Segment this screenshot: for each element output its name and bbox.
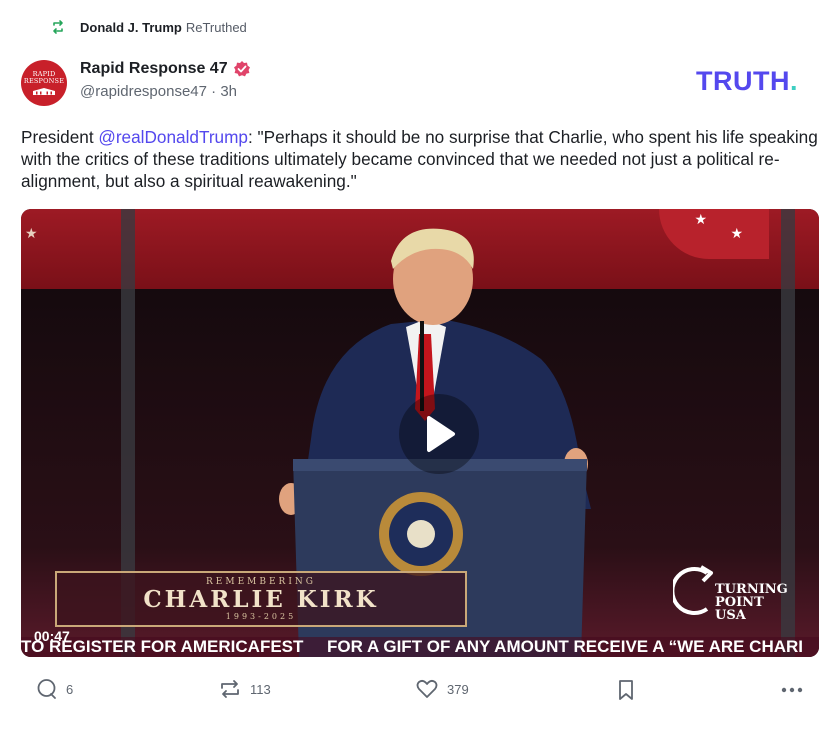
mention-link[interactable]: @realDonaldTrump (98, 127, 248, 147)
post-time[interactable]: · 3h (211, 83, 237, 100)
truth-logo-text: TRUTH (696, 66, 790, 96)
truth-logo: TRUTH. (696, 66, 798, 97)
author-display-name[interactable]: Rapid Response 47 (80, 60, 228, 78)
heart-icon (416, 679, 438, 698)
ticker-text: TO REGISTER FOR AMERICAFEST FOR A GIFT O… (21, 637, 819, 657)
reply-button[interactable]: 6 (36, 678, 73, 700)
tpusa-line-2: POINT USA (715, 595, 764, 623)
retruth-button[interactable]: 113 (218, 678, 271, 700)
reply-icon (37, 679, 56, 699)
avatar[interactable]: RAPID RESPONSE (21, 60, 67, 106)
post-text-prefix: President (21, 127, 99, 147)
truth-logo-dot: . (789, 66, 798, 96)
retruth-header: Donald J. Trump ReTruthed (50, 19, 247, 35)
author-handle[interactable]: @rapidresponse47 (80, 83, 207, 100)
banner-years: 1993-2025 (225, 612, 297, 621)
retruth-icon (50, 19, 66, 35)
bookmark-icon (619, 680, 633, 700)
author-block: Rapid Response 47 @rapidresponse47 · 3h (80, 60, 251, 100)
post-text: President @realDonaldTrump: "Perhaps it … (21, 126, 826, 192)
banner-title: CHARLIE KIRK (143, 586, 379, 613)
like-count: 379 (447, 681, 469, 697)
building-icon (33, 88, 55, 95)
action-bar: 6 113 379 (0, 678, 840, 708)
play-button[interactable] (399, 394, 479, 474)
play-icon (427, 416, 455, 452)
turning-point-logo: TURNING POINT USA (673, 561, 788, 623)
retruth-icon (221, 680, 239, 698)
more-options-button[interactable] (780, 678, 812, 700)
retruth-count: 113 (250, 681, 271, 697)
bookmark-button[interactable] (616, 678, 644, 702)
video-player[interactable]: ★ ★ ★ REMEMBERING CHARLIE KIRK 1993-2025 (21, 209, 819, 657)
video-duration: 00:47 (34, 628, 70, 644)
verified-badge-icon (233, 61, 250, 77)
avatar-text-2: RESPONSE (23, 77, 65, 85)
like-button[interactable]: 379 (415, 678, 469, 700)
reply-count: 6 (66, 681, 74, 697)
arrow-circle-icon (673, 565, 713, 615)
retruth-label: ReTruthed (185, 19, 247, 35)
remembrance-banner: REMEMBERING CHARLIE KIRK 1993-2025 (55, 571, 467, 627)
more-icon (781, 687, 803, 693)
retruth-author-link[interactable]: Donald J. Trump (80, 20, 182, 35)
